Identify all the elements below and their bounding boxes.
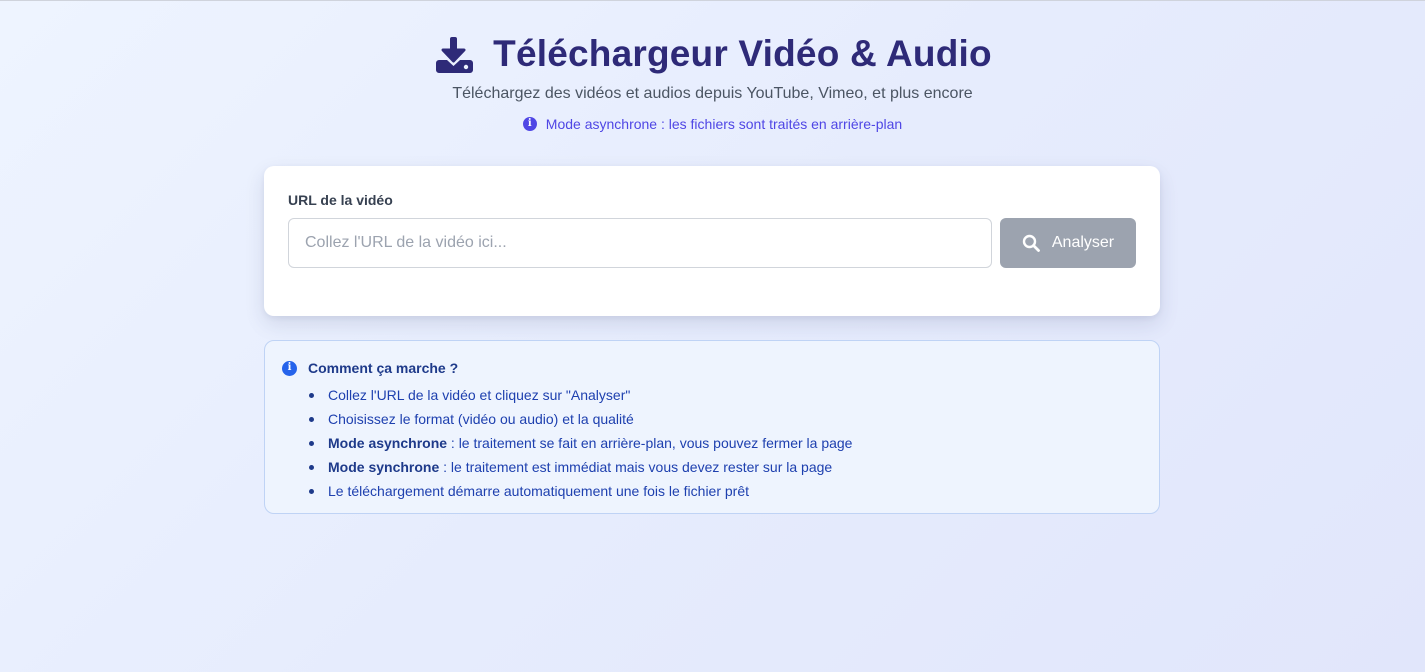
bullet: [309, 464, 314, 470]
title-row: Téléchargeur Vidéo & Audio: [0, 33, 1425, 75]
list-item: Le téléchargement démarre automatiquemen…: [309, 479, 852, 503]
list-item: Mode asynchrone : le traitement se fait …: [309, 431, 852, 455]
how-it-works-header: i Comment ça marche ?: [282, 360, 458, 376]
bullet: [309, 392, 314, 398]
info-icon: i: [282, 360, 297, 376]
list-item: Choisissez le format (vidéo ou audio) et…: [309, 407, 852, 431]
async-mode-note: i Mode asynchrone : les fichiers sont tr…: [0, 116, 1425, 132]
url-form-card: URL de la vidéo Analyser: [264, 166, 1160, 316]
how-it-works-title: Comment ça marche ?: [308, 360, 459, 376]
list-item: Mode synchrone : le traitement est imméd…: [309, 455, 852, 479]
analyze-button[interactable]: Analyser: [1000, 218, 1136, 268]
analyze-button-label: Analyser: [1051, 234, 1115, 251]
search-icon: [1022, 234, 1040, 252]
download-icon: [433, 34, 474, 74]
list-item-text: Choisissez le format (vidéo ou audio) et…: [328, 411, 634, 427]
bullet: [309, 416, 314, 422]
list-item-text: : le traitement est immédiat mais vous d…: [439, 459, 833, 475]
list-item-text: Le téléchargement démarre automatiquemen…: [328, 483, 750, 499]
list-item-bold: Mode asynchrone: [328, 435, 448, 451]
info-icon: i: [522, 117, 537, 131]
how-it-works-list: Collez l'URL de la vidéo et cliquez sur …: [309, 383, 852, 503]
list-item-text: Collez l'URL de la vidéo et cliquez sur …: [328, 387, 631, 403]
url-label: URL de la vidéo: [288, 192, 393, 208]
list-item: Collez l'URL de la vidéo et cliquez sur …: [309, 383, 852, 407]
async-mode-note-text: Mode asynchrone : les fichiers sont trai…: [545, 116, 903, 132]
how-it-works-box: i Comment ça marche ? Collez l'URL de la…: [264, 340, 1160, 514]
bullet: [309, 440, 314, 446]
bullet: [309, 488, 314, 494]
page-title: Téléchargeur Vidéo & Audio: [493, 33, 992, 74]
url-input[interactable]: [288, 218, 992, 268]
page-subtitle: Téléchargez des vidéos et audios depuis …: [452, 85, 973, 102]
list-item-bold: Mode synchrone: [328, 459, 440, 475]
list-item-text: : le traitement se fait en arrière-plan,…: [447, 435, 853, 451]
